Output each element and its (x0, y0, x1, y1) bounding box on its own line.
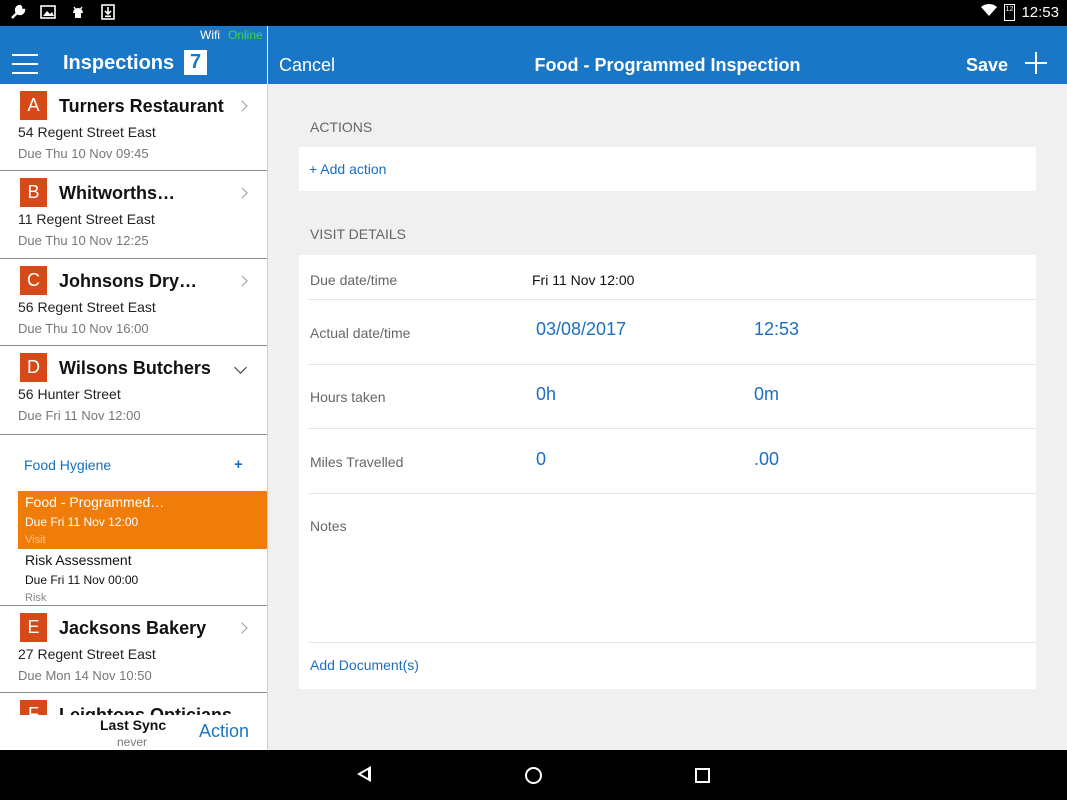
visit-details-heading: VISIT DETAILS (310, 226, 406, 242)
inspection-due: Due Thu 10 Nov 16:00 (18, 321, 149, 336)
back-icon-inner (361, 770, 368, 778)
inspection-due: Due Fri 11 Nov 12:00 (18, 408, 141, 423)
inspection-list: A Turners Restaurant 54 Regent Street Ea… (0, 84, 267, 750)
add-document-button[interactable]: Add Document(s) (310, 657, 419, 673)
task-title: Risk Assessment (25, 552, 132, 568)
action-button[interactable]: Action (199, 721, 249, 742)
inspection-item-b[interactable]: B Whitworths… 11 Regent Street East Due … (0, 171, 267, 259)
task-type: Visit (25, 534, 46, 546)
clock: 12:53 (1021, 3, 1059, 21)
minutes-field[interactable]: 0m (754, 384, 779, 405)
image-icon (40, 4, 56, 20)
inspection-name: Wilsons Butchers (59, 358, 211, 378)
add-icon[interactable] (1025, 52, 1047, 74)
letter-badge: E (20, 613, 47, 642)
due-datetime-value: Fri 11 Nov 12:00 (532, 272, 635, 288)
home-icon[interactable] (525, 767, 542, 784)
chevron-right-icon (236, 622, 248, 634)
chevron-down-icon[interactable] (234, 361, 247, 374)
notes-label: Notes (310, 518, 347, 534)
inspection-due: Due Thu 10 Nov 12:25 (18, 233, 149, 248)
actual-time-field[interactable]: 12:53 (754, 319, 799, 340)
inspection-due: Due Mon 14 Nov 10:50 (18, 668, 152, 683)
row-divider (309, 493, 1036, 494)
recent-apps-icon[interactable] (695, 768, 710, 783)
actions-heading: ACTIONS (310, 119, 373, 135)
task-due: Due Fri 11 Nov 12:00 (25, 515, 139, 529)
due-datetime-label: Due date/time (310, 272, 398, 288)
sync-bar: Last Sync never Action (0, 715, 267, 750)
app-bar: Wifi Online Inspections 7 (0, 26, 267, 84)
chevron-right-icon (236, 275, 248, 287)
inspection-due: Due Thu 10 Nov 09:45 (18, 146, 149, 161)
inspection-address: 56 Hunter Street (18, 386, 121, 402)
task-item[interactable]: Risk Assessment Due Fri 11 Nov 00:00 Ris… (18, 549, 267, 605)
miles-decimal-field[interactable]: .00 (754, 449, 779, 470)
inspection-item-e[interactable]: E Jacksons Bakery 27 Regent Street East … (0, 605, 267, 693)
inspection-name: Johnsons Dry… (59, 271, 198, 291)
menu-icon[interactable] (12, 54, 38, 74)
row-divider (309, 299, 1036, 300)
hours-field[interactable]: 0h (536, 384, 556, 405)
notes-field[interactable] (309, 540, 1026, 640)
row-divider (309, 428, 1036, 429)
actions-card: + Add action (299, 147, 1036, 191)
last-sync-label: Last Sync (100, 717, 167, 733)
task-due: Due Fri 11 Nov 00:00 (25, 573, 139, 587)
task-item-selected[interactable]: Food - Programmed… Due Fri 11 Nov 12:00 … (18, 491, 267, 549)
status-bar: 12 12:53 (0, 0, 1067, 26)
inspection-address: 54 Regent Street East (18, 124, 156, 140)
detail-toolbar: Cancel Food - Programmed Inspection Save (268, 26, 1067, 84)
actual-date-field[interactable]: 03/08/2017 (536, 319, 626, 340)
inspection-name: Whitworths… (59, 183, 175, 203)
inspection-item-c[interactable]: C Johnsons Dry… 56 Regent Street East Du… (0, 259, 267, 346)
pane-divider (267, 84, 268, 750)
task-title: Food - Programmed… (25, 494, 165, 510)
letter-badge: D (20, 353, 47, 382)
battery-icon: 12 (1004, 3, 1016, 21)
battery-level: 12 (1005, 5, 1014, 13)
inspection-address: 11 Regent Street East (18, 211, 155, 227)
miles-travelled-label: Miles Travelled (310, 454, 404, 470)
chevron-right-icon (236, 187, 248, 199)
system-indicators: 12 12:53 (980, 3, 1059, 21)
wifi-label: Wifi (200, 28, 220, 42)
inspection-name: Turners Restaurant (59, 96, 224, 116)
miles-field[interactable]: 0 (536, 449, 546, 470)
category-food-hygiene[interactable]: Food Hygiene (24, 457, 111, 473)
android-icon (70, 4, 86, 20)
wifi-signal-icon (980, 3, 998, 21)
add-task-button[interactable]: + (234, 456, 243, 473)
download-icon (100, 4, 116, 20)
save-button[interactable]: Save (966, 55, 1008, 76)
task-type: Risk (25, 592, 47, 604)
add-action-button[interactable]: + Add action (309, 161, 386, 177)
app-title: Inspections (63, 52, 175, 74)
letter-badge: B (20, 178, 47, 207)
navigation-bar (0, 750, 1067, 800)
inspection-count-badge: 7 (184, 50, 207, 75)
row-divider (309, 642, 1036, 643)
inspection-address: 27 Regent Street East (18, 646, 156, 662)
actual-datetime-label: Actual date/time (310, 325, 411, 341)
inspection-name: Jacksons Bakery (59, 618, 207, 638)
inspection-address: 56 Regent Street East (18, 299, 156, 315)
wrench-icon (10, 4, 26, 20)
chevron-right-icon (236, 100, 248, 112)
page-title: Food - Programmed Inspection (534, 55, 801, 75)
app-window: 12 12:53 Wifi Online Inspections 7 Cance… (0, 0, 1067, 800)
hours-taken-label: Hours taken (310, 389, 386, 405)
visit-details-card: Due date/time Fri 11 Nov 12:00 Actual da… (299, 255, 1036, 689)
letter-badge: C (20, 266, 47, 295)
letter-badge: A (20, 91, 47, 120)
online-status: Online (228, 28, 263, 42)
inspection-item-a[interactable]: A Turners Restaurant 54 Regent Street Ea… (0, 84, 267, 171)
row-divider (309, 364, 1036, 365)
notification-icons (10, 4, 116, 20)
inspection-item-d[interactable]: D Wilsons Butchers 56 Hunter Street Due … (0, 346, 267, 435)
last-sync-value: never (117, 735, 148, 749)
